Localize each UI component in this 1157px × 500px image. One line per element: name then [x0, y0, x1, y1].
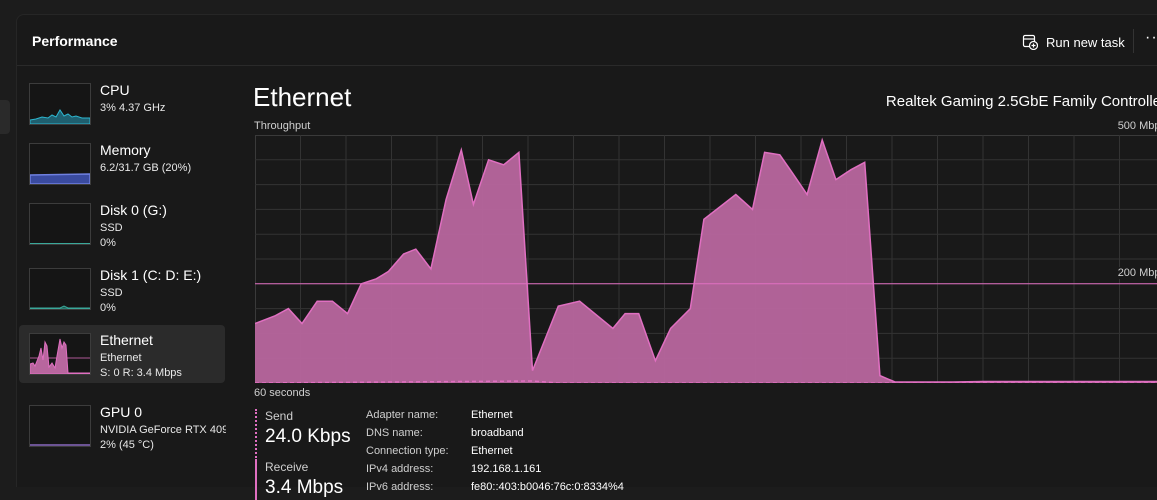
sidebar-item-usage: 0%: [100, 302, 116, 314]
sidebar-item-name: CPU: [100, 82, 130, 98]
nav-selected-indicator[interactable]: [0, 100, 10, 134]
ethernet-mini-graph: [29, 333, 91, 375]
throughput-label: Throughput: [254, 120, 310, 132]
sidebar-item-detail: SSD: [100, 287, 123, 299]
cpu-mini-graph: [29, 83, 91, 125]
sidebar-item-detail: 3% 4.37 GHz: [100, 102, 165, 114]
detail-key: Adapter name:: [366, 409, 471, 427]
task-manager-window: Performance Run new task ··· CPU 3% 4.37…: [16, 14, 1157, 487]
sidebar-item-ethernet[interactable]: Ethernet Ethernet S: 0 R: 3.4 Mbps: [19, 325, 225, 383]
sidebar-item-usage: 2% (45 °C): [100, 439, 154, 451]
header-divider: [1133, 29, 1134, 53]
sidebar-item-name: Memory: [100, 142, 151, 158]
throughput-chart-svg: [255, 135, 1157, 383]
sidebar-item-name: GPU 0: [100, 404, 142, 420]
send-value: 24.0 Kbps: [265, 426, 351, 448]
gpu-0-mini-graph: [29, 405, 91, 447]
sidebar-item-detail: NVIDIA GeForce RTX 409: [100, 424, 226, 436]
scale-line-label: 200 Mbps: [1114, 267, 1157, 279]
run-task-icon: [1022, 34, 1038, 50]
sidebar-item-detail: SSD: [100, 222, 123, 234]
app-nav-rail: [0, 0, 16, 486]
detail-row: DNS name:broadband: [366, 427, 624, 445]
sidebar-item-name: Disk 0 (G:): [100, 202, 167, 218]
sidebar-item-usage: S: 0 R: 3.4 Mbps: [100, 367, 182, 379]
sidebar-item-disk-0[interactable]: Disk 0 (G:) SSD 0%: [19, 195, 225, 253]
detail-row: IPv6 address:fe80::403:b0046:76c:0:8334%…: [366, 481, 624, 499]
detail-key: IPv4 address:: [366, 463, 471, 481]
sidebar-item-detail: Ethernet: [100, 352, 142, 364]
sidebar-item-disk-1[interactable]: Disk 1 (C: D: E:) SSD 0%: [19, 260, 225, 318]
header-bar: Performance Run new task ···: [17, 15, 1157, 66]
sidebar-item-usage: 0%: [100, 237, 116, 249]
sidebar-item-name: Disk 1 (C: D: E:): [100, 267, 201, 283]
detail-key: IPv6 address:: [366, 481, 471, 499]
detail-value: 192.168.1.161: [471, 463, 541, 481]
detail-value: fe80::403:b0046:76c:0:8334%4: [471, 481, 624, 499]
detail-value: Ethernet: [471, 409, 513, 427]
more-options-icon[interactable]: ···: [1145, 29, 1157, 53]
detail-pane: Ethernet Realtek Gaming 2.5GbE Family Co…: [253, 67, 1157, 487]
run-new-task-button[interactable]: Run new task: [1022, 31, 1125, 53]
detail-row: Adapter name:Ethernet: [366, 409, 624, 427]
adapter-model: Realtek Gaming 2.5GbE Family Controller: [886, 93, 1157, 110]
send-label: Send: [265, 409, 351, 423]
receive-value: 3.4 Mbps: [265, 477, 343, 499]
sidebar-item-detail: 6.2/31.7 GB (20%): [100, 162, 191, 174]
detail-key: Connection type:: [366, 445, 471, 463]
sidebar-item-memory[interactable]: Memory 6.2/31.7 GB (20%): [19, 135, 225, 193]
receive-stat: Receive 3.4 Mbps: [255, 460, 343, 500]
throughput-max-label: 500 Mbps: [1118, 120, 1157, 132]
detail-value: broadband: [471, 427, 524, 445]
detail-row: Connection type:Ethernet: [366, 445, 624, 463]
send-stat: Send 24.0 Kbps: [255, 409, 351, 461]
receive-label: Receive: [265, 460, 343, 474]
throughput-chart: [255, 135, 1157, 383]
sidebar-item-gpu-0[interactable]: GPU 0 NVIDIA GeForce RTX 409 2% (45 °C): [19, 397, 225, 455]
run-new-task-label: Run new task: [1046, 35, 1125, 50]
receive-area: [255, 140, 1157, 383]
detail-value: Ethernet: [471, 445, 513, 463]
disk-0-mini-graph: [29, 203, 91, 245]
detail-row: IPv4 address:192.168.1.161: [366, 463, 624, 481]
disk-1-mini-graph: [29, 268, 91, 310]
memory-mini-graph: [29, 143, 91, 185]
x-axis-left-label: 60 seconds: [254, 387, 310, 399]
detail-key: DNS name:: [366, 427, 471, 445]
sidebar-item-name: Ethernet: [100, 332, 153, 348]
page-title: Performance: [32, 33, 118, 49]
device-title: Ethernet: [253, 82, 351, 113]
sidebar-item-cpu[interactable]: CPU 3% 4.37 GHz: [19, 75, 225, 133]
